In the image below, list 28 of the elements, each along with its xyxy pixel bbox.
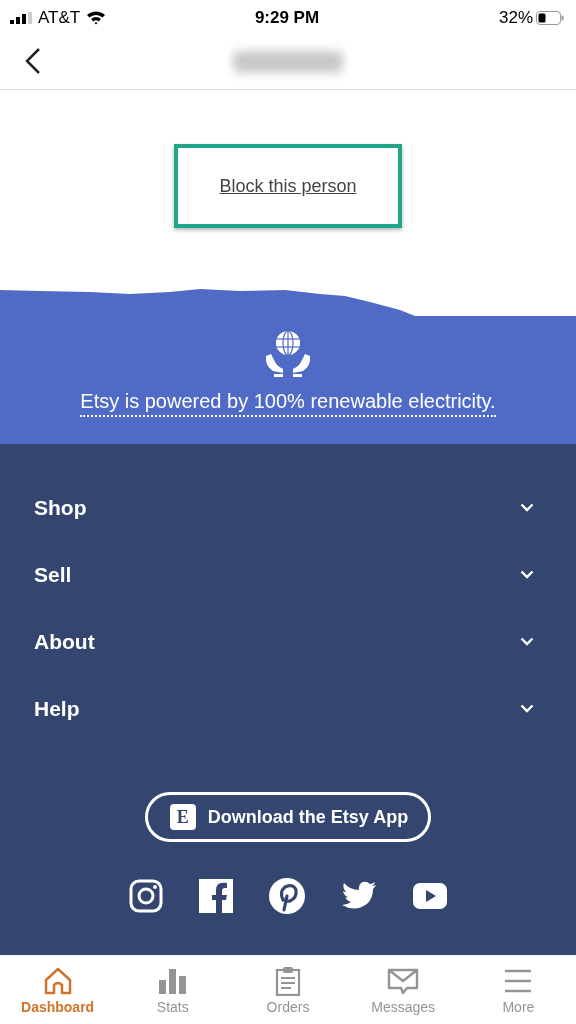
block-link[interactable]: Block this person (219, 175, 357, 197)
footer-section[interactable]: Shop (0, 474, 576, 541)
home-icon (42, 965, 73, 996)
battery-percent: 32% (498, 7, 533, 28)
renewable-link[interactable]: Etsy is powered by 100% renewable electricity. (80, 390, 496, 417)
etsy-badge: E (169, 804, 196, 830)
download-app-button[interactable]: E Download the Etsy App (144, 792, 432, 842)
camera-icon[interactable] (129, 879, 163, 913)
chevron-icon (520, 637, 534, 646)
wifi-icon (86, 10, 107, 25)
globe-hands-icon (263, 328, 313, 378)
footer-section[interactable]: Help (0, 675, 576, 742)
chevron-icon (520, 704, 534, 713)
signal-icon (10, 11, 32, 24)
clipboard-icon (273, 965, 303, 996)
footer-section[interactable]: Sell (0, 541, 576, 608)
play-icon[interactable] (413, 883, 447, 909)
footer-section[interactable]: About (0, 608, 576, 675)
back-button[interactable] (24, 47, 42, 75)
battery-icon (536, 10, 564, 25)
pinterest-icon[interactable] (269, 878, 305, 914)
download-label: Download the Etsy App (207, 806, 409, 828)
status-time: 9:29 PM (254, 7, 320, 28)
chevron-icon (520, 503, 534, 512)
bird-icon[interactable] (341, 881, 377, 911)
chevron-icon (520, 570, 534, 579)
facebook-icon[interactable] (199, 879, 233, 913)
carrier-name: AT&T (38, 7, 81, 28)
